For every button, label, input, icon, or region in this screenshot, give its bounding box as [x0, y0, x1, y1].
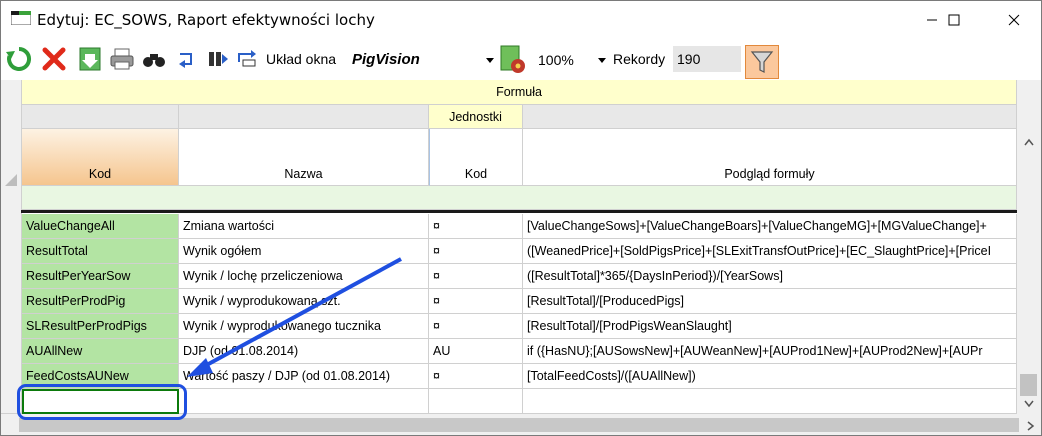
cell-formula[interactable]: if ({HasNU};[AUSowsNew]+[AUWeanNew]+[AUP…: [523, 339, 1017, 364]
cell-unit[interactable]: ¤: [429, 289, 523, 314]
cell-nazwa[interactable]: Wynik / wyprodukowaną szt.: [179, 289, 429, 314]
column-chooser-icon[interactable]: [207, 46, 229, 72]
cell-unit[interactable]: ¤: [429, 214, 523, 239]
band-empty-preview: [523, 105, 1017, 129]
cell-nazwa[interactable]: Wartość paszy / DJP (od 01.08.2014): [179, 364, 429, 389]
header-separator: [21, 210, 1017, 213]
zoom-combo-value: 100%: [538, 52, 574, 68]
report-settings-icon[interactable]: [497, 43, 527, 75]
title-bar: Edytuj: EC_SOWS, Raport efektywności loc…: [1, 1, 1041, 38]
row-indicator-column: [1, 80, 22, 414]
column-header-nazwa[interactable]: Nazwa: [179, 129, 429, 186]
cell-kod[interactable]: ResultPerProdPig: [22, 289, 179, 314]
cell-kod[interactable]: ResultTotal: [22, 239, 179, 264]
filter-row[interactable]: [22, 186, 1017, 210]
scroll-right-icon[interactable]: [1027, 421, 1035, 431]
cell-unit[interactable]: ¤: [429, 364, 523, 389]
layout-combo-value: PigVision: [352, 51, 420, 68]
cell-kod[interactable]: AUAllNew: [22, 339, 179, 364]
column-header-preview[interactable]: Podgląd formuły: [523, 129, 1017, 186]
new-row-formula[interactable]: [523, 389, 1017, 414]
save-download-icon[interactable]: [77, 46, 103, 72]
filter-funnel-icon: [750, 51, 774, 73]
maximize-icon: [948, 14, 960, 25]
delete-icon[interactable]: [41, 46, 67, 72]
cell-unit[interactable]: ¤: [429, 239, 523, 264]
column-header-units-kod[interactable]: Kod: [429, 129, 523, 186]
cell-unit[interactable]: AU: [429, 339, 523, 364]
new-row-nazwa[interactable]: [179, 389, 429, 414]
cell-nazwa[interactable]: DJP (od 01.08.2014): [179, 339, 429, 364]
new-row-unit[interactable]: [429, 389, 523, 414]
scroll-up-icon[interactable]: [1024, 138, 1034, 146]
editor-window: Edytuj: EC_SOWS, Raport efektywności loc…: [0, 0, 1042, 436]
print-icon[interactable]: [109, 46, 135, 72]
replace-icon[interactable]: [235, 46, 257, 72]
vertical-scrollbar[interactable]: [1017, 80, 1041, 414]
cell-nazwa[interactable]: Wynik / wyprodukowanego tucznika: [179, 314, 429, 339]
band-empty-kod: [22, 105, 179, 129]
toolbar: Układ okna PigVision 100% Rekordy 190: [1, 38, 1041, 80]
resize-corner-icon: [5, 174, 17, 186]
cell-formula[interactable]: [ValueChangeSows]+[ValueChangeBoars]+[Va…: [523, 214, 1017, 239]
cell-unit[interactable]: ¤: [429, 264, 523, 289]
cell-nazwa[interactable]: Wynik / lochę przeliczeniowa: [179, 264, 429, 289]
band-formula-header: Formuła: [22, 80, 1017, 105]
scroll-down-icon[interactable]: [1024, 400, 1034, 408]
cell-formula[interactable]: [TotalFeedCosts]/([AUAllNew]): [523, 364, 1017, 389]
layout-label: Układ okna: [266, 51, 337, 67]
close-icon: [1008, 14, 1020, 25]
find-next-icon[interactable]: [177, 46, 199, 72]
vertical-scroll-thumb[interactable]: [1020, 374, 1037, 396]
cell-nazwa[interactable]: Zmiana wartości: [179, 214, 429, 239]
cell-unit[interactable]: ¤: [429, 314, 523, 339]
cell-formula[interactable]: [ResultTotal]/[ProdPigsWeanSlaught]: [523, 314, 1017, 339]
chevron-down-icon: [486, 58, 494, 63]
records-count: 190: [673, 46, 741, 72]
records-count-value: 190: [677, 51, 701, 67]
cell-formula[interactable]: [ResultTotal]/[ProducedPigs]: [523, 289, 1017, 314]
filter-button[interactable]: [745, 45, 779, 79]
cell-formula[interactable]: ([ResultTotal]*365/{DaysInPeriod})/[Year…: [523, 264, 1017, 289]
cell-kod[interactable]: ValueChangeAll: [22, 214, 179, 239]
maximize-button[interactable]: [931, 1, 977, 38]
annotation-highlight: [17, 384, 187, 420]
cell-kod[interactable]: ResultPerYearSow: [22, 264, 179, 289]
cell-kod[interactable]: SLResultPerProdPigs: [22, 314, 179, 339]
horizontal-scroll-thumb[interactable]: [19, 418, 1019, 432]
cell-nazwa[interactable]: Wynik ogółem: [179, 239, 429, 264]
records-label: Rekordy: [613, 51, 666, 67]
zoom-combo[interactable]: 100%: [531, 46, 607, 72]
chevron-down-icon: [598, 58, 606, 63]
window-title: Edytuj: EC_SOWS, Raport efektywności loc…: [37, 11, 375, 29]
app-icon: [11, 11, 31, 25]
close-button[interactable]: [991, 1, 1037, 38]
binoculars-icon[interactable]: [141, 46, 167, 72]
band-empty-nazwa: [179, 105, 429, 129]
band-units-header: Jednostki: [429, 105, 523, 129]
refresh-icon[interactable]: [6, 46, 32, 72]
column-header-kod[interactable]: Kod: [22, 129, 179, 186]
cell-formula[interactable]: ([WeanedPrice]+[SoldPigsPrice]+[SLExitTr…: [523, 239, 1017, 264]
layout-combo[interactable]: PigVision: [345, 46, 497, 72]
